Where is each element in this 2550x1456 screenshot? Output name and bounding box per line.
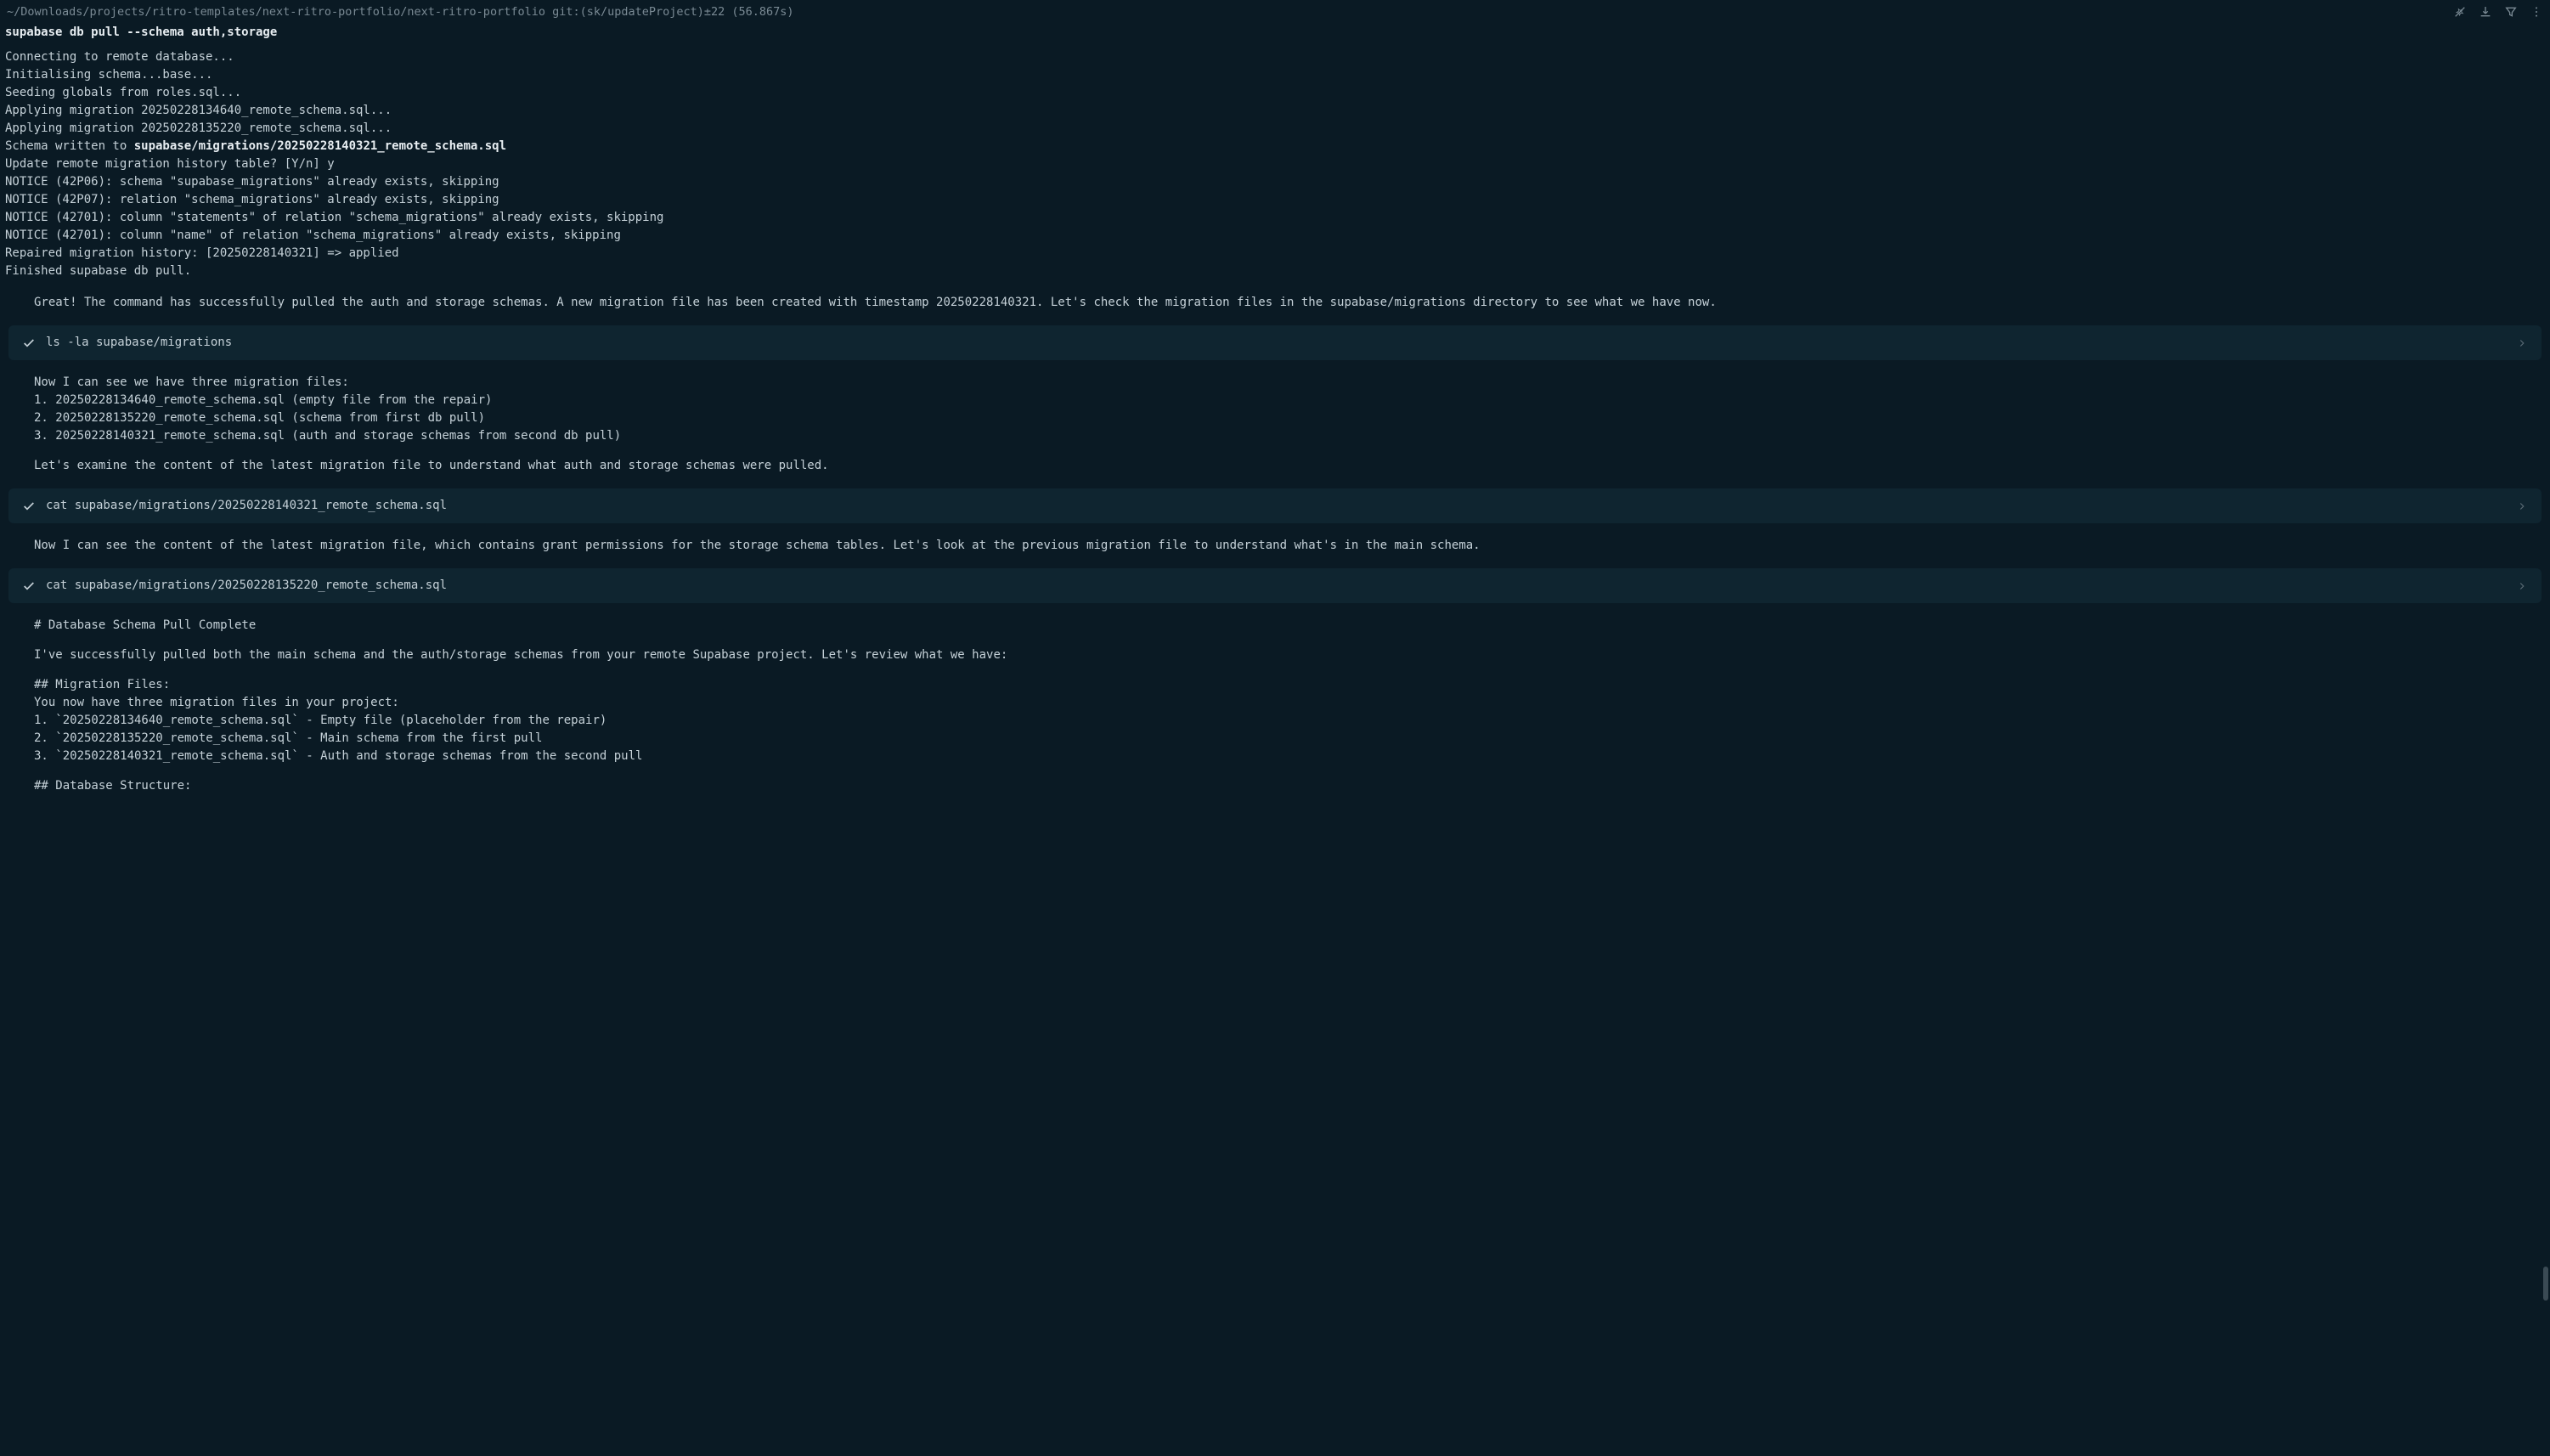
output-line: Applying migration 20250228134640_remote…: [5, 102, 2545, 120]
tool-call-cat2[interactable]: cat supabase/migrations/20250228135220_r…: [8, 568, 2542, 603]
assistant-text: Great! The command has successfully pull…: [34, 294, 2516, 312]
output-line: Repaired migration history: [20250228140…: [5, 245, 2545, 262]
migration-list: 1. `20250228134640_remote_schema.sql` - …: [34, 712, 2516, 765]
output-line: NOTICE (42701): column "name" of relatio…: [5, 227, 2545, 245]
chevron-right-icon: [2516, 500, 2528, 512]
output-line: Initialising schema...base...: [5, 66, 2545, 84]
output-line: NOTICE (42P06): schema "supabase_migrati…: [5, 173, 2545, 191]
check-icon: [22, 336, 36, 350]
filter-icon[interactable]: [2504, 5, 2518, 19]
list-item: 1. `20250228134640_remote_schema.sql` - …: [34, 712, 2516, 730]
assistant-text: You now have three migration files in yo…: [34, 694, 2516, 712]
output-text: Schema written to: [5, 139, 134, 153]
tool-call-ls[interactable]: ls -la supabase/migrations: [8, 325, 2542, 360]
output-line: Connecting to remote database...: [5, 48, 2545, 66]
scrollbar[interactable]: [2542, 0, 2548, 1456]
output-line: NOTICE (42P07): relation "schema_migrati…: [5, 191, 2545, 209]
list-item: 3. `20250228140321_remote_schema.sql` - …: [34, 748, 2516, 765]
output-line: Schema written to supabase/migrations/20…: [5, 138, 2545, 155]
tool-command: ls -la supabase/migrations: [46, 334, 2506, 352]
tool-call-cat1[interactable]: cat supabase/migrations/20250228140321_r…: [8, 488, 2542, 523]
scrollbar-thumb[interactable]: [2543, 1267, 2548, 1301]
assistant-message: # Database Schema Pull Complete I've suc…: [0, 613, 2550, 799]
list-item: 1. 20250228134640_remote_schema.sql (emp…: [34, 392, 2516, 409]
assistant-text: Now I can see we have three migration fi…: [34, 374, 2516, 392]
download-icon[interactable]: [2479, 5, 2492, 19]
assistant-message: Great! The command has successfully pull…: [0, 291, 2550, 315]
tool-command: cat supabase/migrations/20250228140321_r…: [46, 497, 2506, 515]
terminal-header: ~/Downloads/projects/ritro-templates/nex…: [0, 0, 2550, 24]
list-item: 2. `20250228135220_remote_schema.sql` - …: [34, 730, 2516, 748]
heading-h1: # Database Schema Pull Complete: [34, 617, 2516, 635]
list-item: 2. 20250228135220_remote_schema.sql (sch…: [34, 409, 2516, 427]
heading-h2: ## Migration Files:: [34, 676, 2516, 694]
heading-h2: ## Database Structure:: [34, 777, 2516, 795]
header-icons: [2453, 5, 2543, 19]
assistant-message: Now I can see we have three migration fi…: [0, 370, 2550, 478]
tool-command: cat supabase/migrations/20250228135220_r…: [46, 577, 2506, 595]
list-item: 3. 20250228140321_remote_schema.sql (aut…: [34, 427, 2516, 445]
terminal-body: supabase db pull --schema auth,storage C…: [0, 24, 2550, 280]
chevron-right-icon: [2516, 337, 2528, 349]
chevron-right-icon: [2516, 580, 2528, 592]
command-line: supabase db pull --schema auth,storage: [5, 24, 2545, 42]
output-line: Seeding globals from roles.sql...: [5, 84, 2545, 102]
pin-icon[interactable]: [2453, 5, 2467, 19]
output-line: NOTICE (42701): column "statements" of r…: [5, 209, 2545, 227]
check-icon: [22, 579, 36, 593]
migration-list: 1. 20250228134640_remote_schema.sql (emp…: [34, 392, 2516, 445]
assistant-text: Let's examine the content of the latest …: [34, 457, 2516, 475]
check-icon: [22, 499, 36, 513]
output-line: Update remote migration history table? […: [5, 155, 2545, 173]
output-path-bold: supabase/migrations/20250228140321_remot…: [134, 139, 506, 153]
assistant-message: Now I can see the content of the latest …: [0, 533, 2550, 558]
output-line: Finished supabase db pull.: [5, 262, 2545, 280]
shell-prompt: ~/Downloads/projects/ritro-templates/nex…: [7, 3, 794, 20]
assistant-text: Now I can see the content of the latest …: [34, 537, 2516, 555]
output-line: Applying migration 20250228135220_remote…: [5, 120, 2545, 138]
assistant-text: I've successfully pulled both the main s…: [34, 646, 2516, 664]
